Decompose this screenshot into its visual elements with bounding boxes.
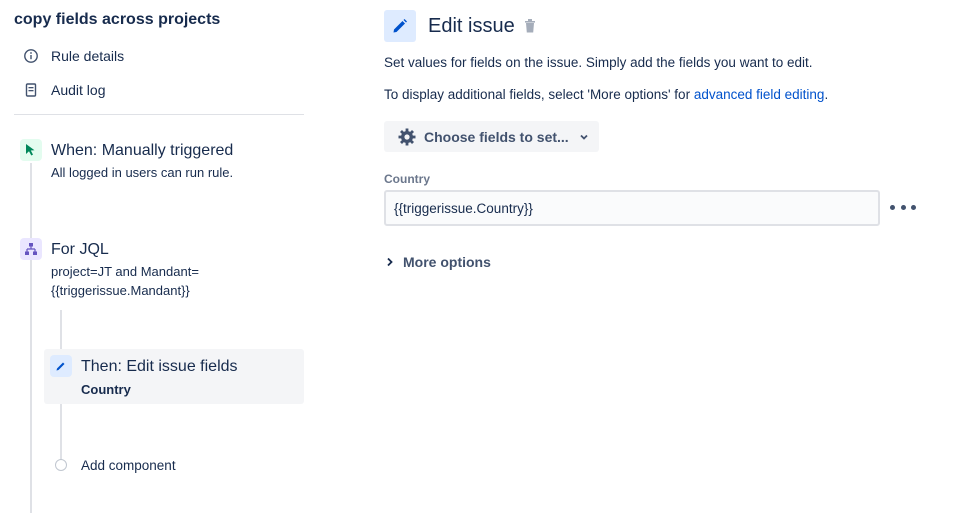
more-options-label: More options (403, 254, 491, 270)
step-title: When: Manually triggered (51, 142, 234, 159)
info-icon (22, 47, 40, 65)
step-title: Then: Edit issue fields (81, 358, 238, 375)
add-component-dot (55, 459, 67, 471)
nav-label: Audit log (51, 82, 106, 98)
trash-icon[interactable] (523, 18, 537, 39)
country-field-input[interactable]: {{triggerissue.Country}} (384, 190, 880, 226)
step-trigger[interactable]: When: Manually triggered All logged in u… (20, 139, 310, 189)
panel-description-more: To display additional fields, select 'Mo… (384, 87, 828, 102)
step-subtitle: All logged in users can run rule. (51, 165, 234, 180)
nav-rule-details[interactable]: Rule details (22, 44, 124, 68)
edit-issue-pencil-icon (384, 10, 416, 42)
rule-title: copy fields across projects (14, 11, 221, 28)
step-branch[interactable]: For JQL project=JT and Mandant= {{trigge… (20, 238, 310, 302)
desc-prefix: To display additional fields, select 'Mo… (384, 87, 694, 102)
choose-fields-label: Choose fields to set... (424, 128, 569, 145)
choose-fields-button[interactable]: Choose fields to set... (384, 121, 599, 152)
gear-icon (397, 127, 417, 147)
pencil-icon (50, 355, 72, 377)
cursor-trigger-icon (20, 139, 42, 161)
step-action-edit-issue[interactable]: Then: Edit issue fields Country (44, 349, 304, 404)
tree-line-main (30, 163, 32, 513)
step-subtitle: Country (81, 382, 131, 397)
panel-title: Edit issue (428, 15, 515, 37)
panel-description: Set values for fields on the issue. Simp… (384, 55, 813, 70)
advanced-field-editing-link[interactable]: advanced field editing (694, 87, 825, 102)
more-actions-icon[interactable] (890, 197, 916, 217)
desc-suffix: . (824, 87, 829, 102)
nav-audit-log[interactable]: Audit log (22, 78, 105, 102)
sidebar-divider (14, 114, 304, 115)
step-title: For JQL (51, 241, 109, 258)
more-options-toggle[interactable]: More options (386, 254, 491, 270)
branch-icon (20, 238, 42, 260)
country-field-label: Country (384, 172, 430, 186)
chevron-right-icon (386, 257, 394, 267)
step-subtitle-line2: {{triggerissue.Mandant}} (51, 283, 190, 298)
add-component-link[interactable]: Add component (81, 458, 176, 473)
document-icon (22, 81, 40, 99)
nav-label: Rule details (51, 48, 125, 64)
chevron-down-icon (579, 132, 589, 142)
step-subtitle-line1: project=JT and Mandant= (51, 264, 199, 279)
